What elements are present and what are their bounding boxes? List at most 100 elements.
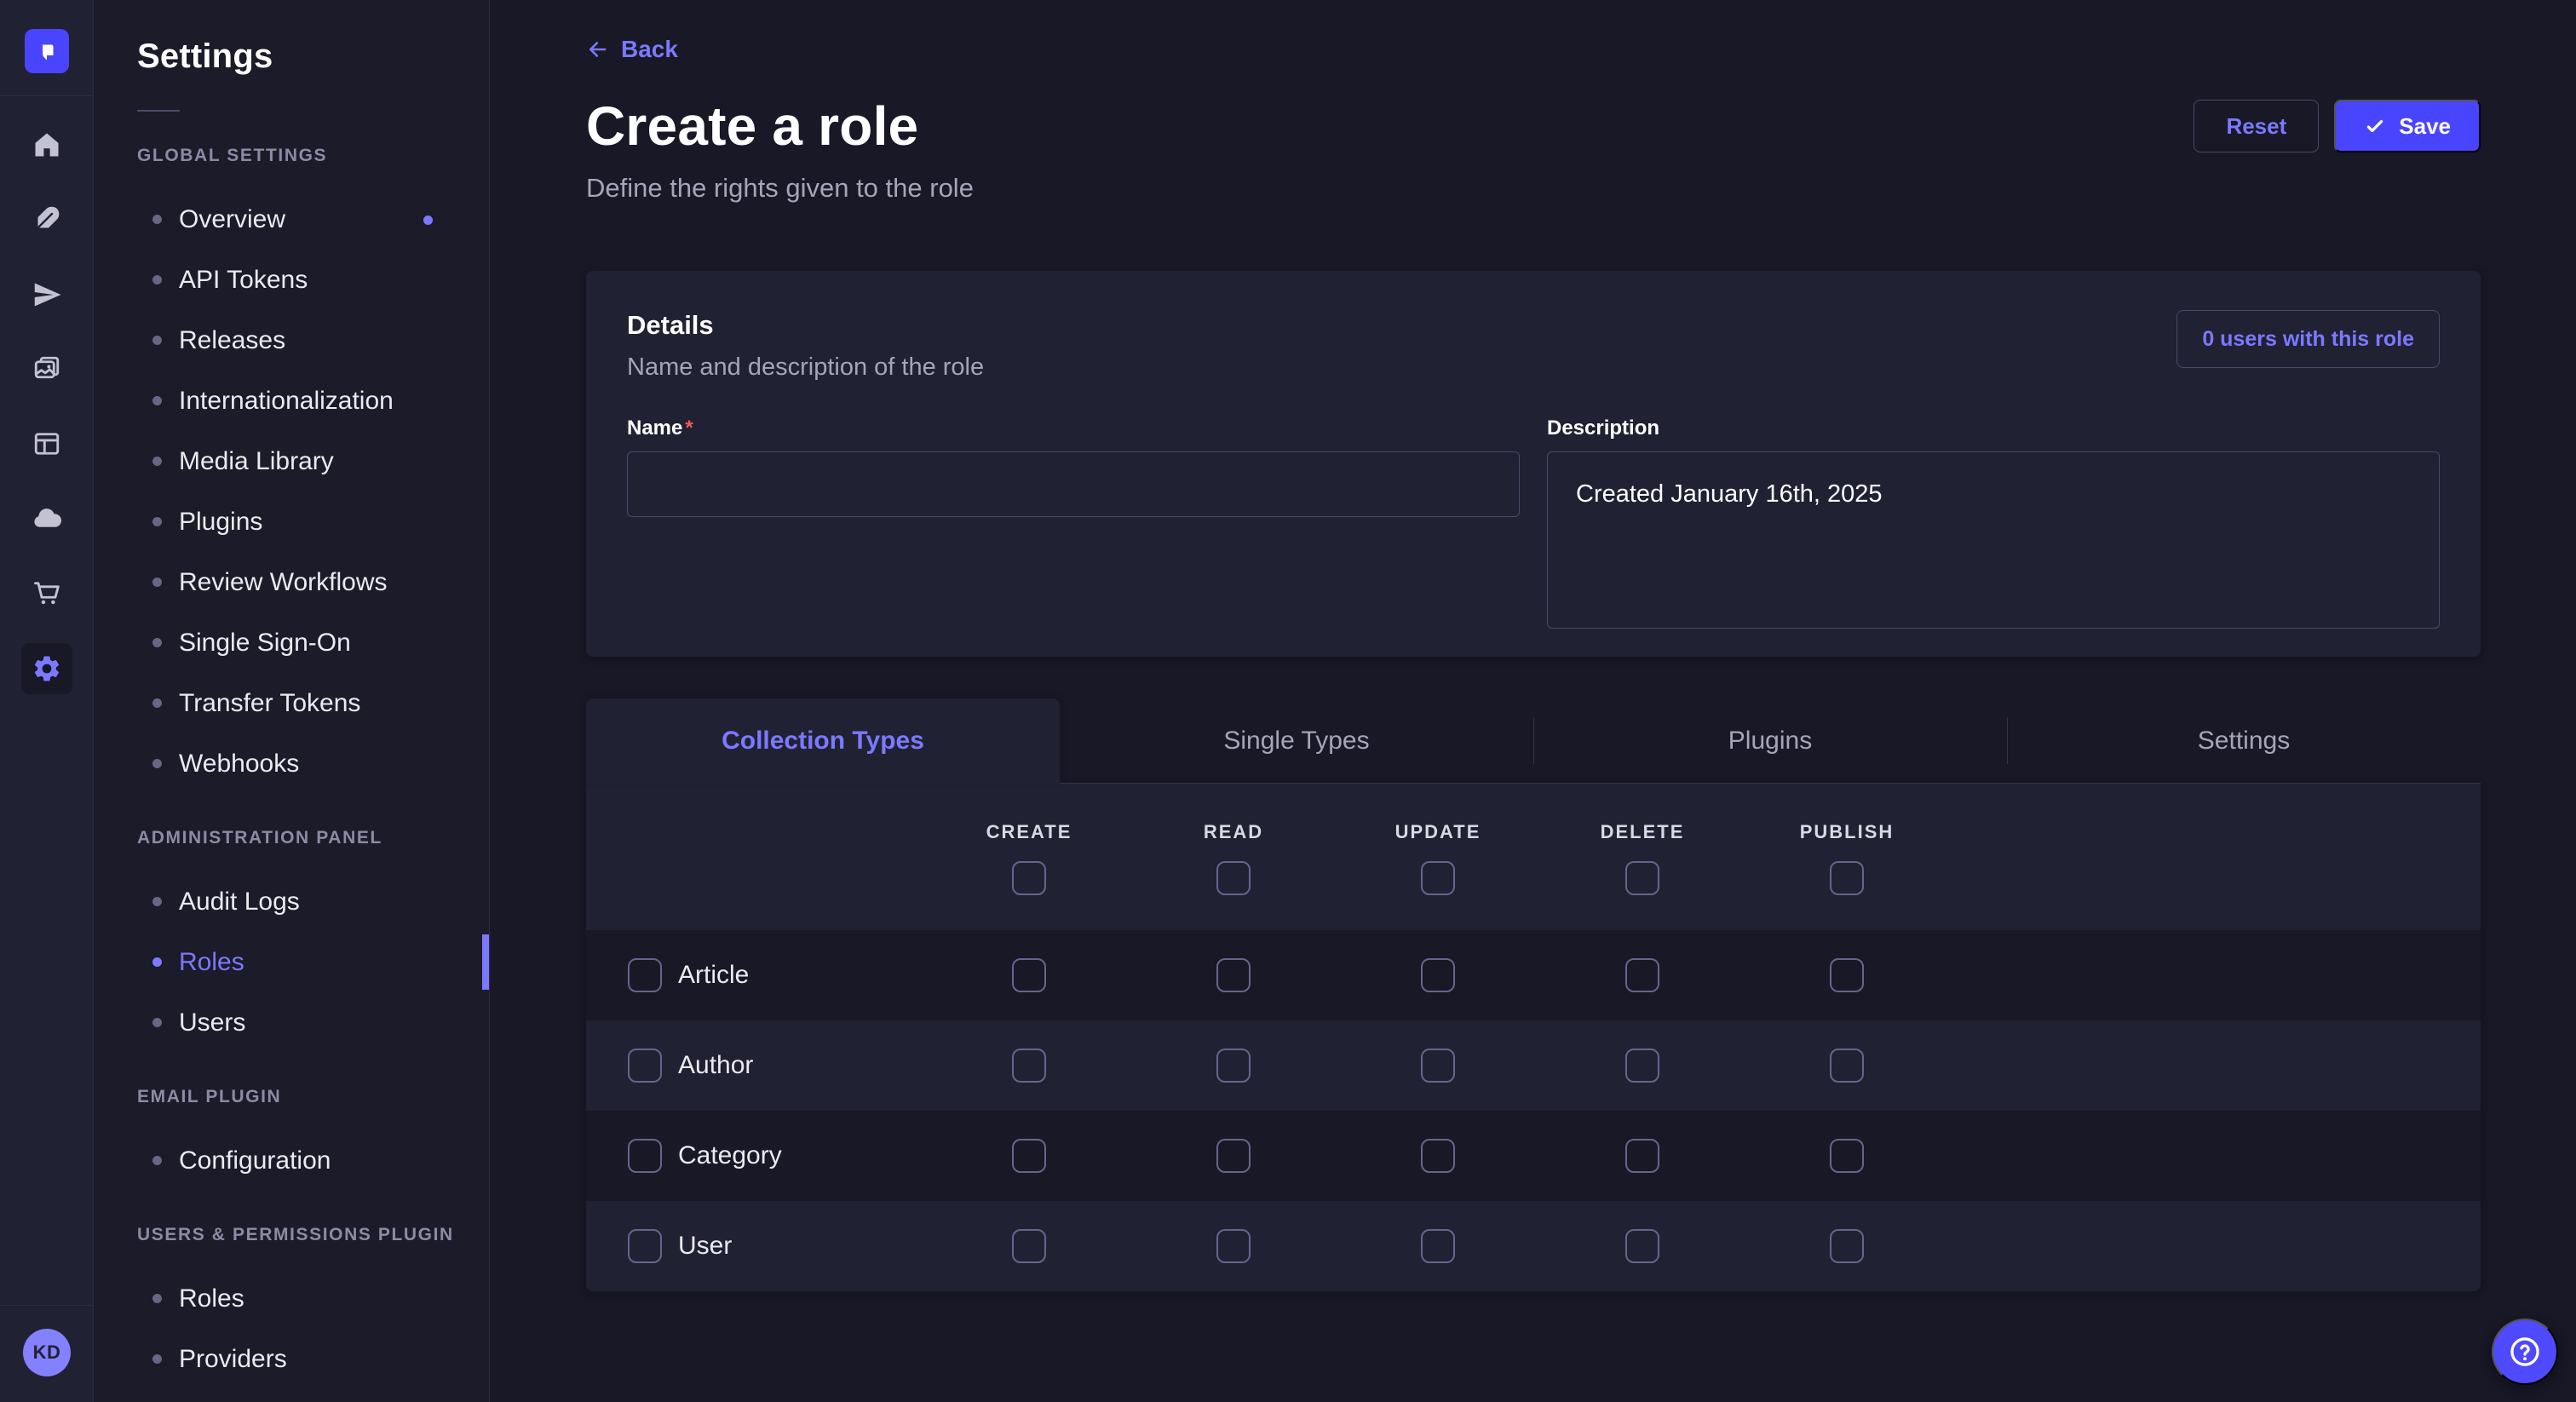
checkbox-user-publish[interactable] (1830, 1229, 1864, 1263)
tab-single-types[interactable]: Single Types (1060, 698, 1533, 784)
permission-row-category: Category (586, 1111, 2481, 1201)
description-label: Description (1547, 417, 1659, 440)
select-row-article-checkbox[interactable] (628, 958, 662, 992)
checkbox-category-publish[interactable] (1830, 1139, 1864, 1173)
cloud-nav-button[interactable] (21, 493, 72, 544)
row-label: Author (678, 1051, 753, 1080)
subnav-item-configuration[interactable]: Configuration (137, 1130, 465, 1191)
tab-settings[interactable]: Settings (2007, 698, 2481, 784)
description-field-group: Description Created January 16th, 2025 (1547, 417, 2440, 633)
bullet-icon (152, 215, 162, 224)
help-button[interactable] (2492, 1319, 2558, 1385)
row-label: User (678, 1232, 732, 1261)
paper-plane-nav-button[interactable] (21, 269, 72, 320)
checkbox-author-read[interactable] (1216, 1049, 1251, 1083)
bullet-icon (152, 698, 162, 708)
subnav-item-transfer-tokens[interactable]: Transfer Tokens (137, 673, 465, 733)
select-all-delete-checkbox[interactable] (1625, 861, 1659, 895)
subnav-item-label: Internationalization (179, 387, 394, 416)
checkbox-article-delete[interactable] (1625, 958, 1659, 992)
select-row-user-checkbox[interactable] (628, 1229, 662, 1263)
checkbox-article-create[interactable] (1012, 958, 1046, 992)
header-actions: Reset Save (2194, 100, 2481, 152)
subnav-title: Settings (137, 37, 465, 76)
layout-nav-button[interactable] (21, 418, 72, 469)
checkbox-user-delete[interactable] (1625, 1229, 1659, 1263)
images-nav-button[interactable] (21, 343, 72, 394)
checkbox-user-create[interactable] (1012, 1229, 1046, 1263)
row-label: Article (678, 961, 749, 990)
images-icon (32, 353, 62, 384)
subnav-item-media-library[interactable]: Media Library (137, 431, 465, 491)
feather-icon (32, 204, 62, 234)
subnav-item-review-workflows[interactable]: Review Workflows (137, 552, 465, 612)
subnav-item-api-tokens[interactable]: API Tokens (137, 250, 465, 310)
select-all-update-checkbox[interactable] (1421, 861, 1455, 895)
subnav-item-label: Audit Logs (179, 888, 300, 916)
checkbox-category-delete[interactable] (1625, 1139, 1659, 1173)
subnav-item-providers[interactable]: Providers (137, 1329, 465, 1389)
checkbox-author-create[interactable] (1012, 1049, 1046, 1083)
select-all-create-checkbox[interactable] (1012, 861, 1046, 895)
name-label-text: Name (627, 417, 682, 440)
subnav-item-roles[interactable]: Roles (137, 1268, 465, 1329)
tab-plugins[interactable]: Plugins (1533, 698, 2007, 784)
avatar[interactable]: KD (23, 1329, 71, 1376)
home-nav-button[interactable] (21, 119, 72, 170)
feather-nav-button[interactable] (21, 193, 72, 244)
checkbox-article-read[interactable] (1216, 958, 1251, 992)
checkbox-article-update[interactable] (1421, 958, 1455, 992)
strapi-logo[interactable] (25, 29, 69, 73)
back-link[interactable]: Back (586, 36, 678, 63)
gear-nav-button[interactable] (21, 643, 72, 694)
subnav-item-label: Users (179, 1008, 245, 1037)
checkbox-article-publish[interactable] (1830, 958, 1864, 992)
checkbox-author-delete[interactable] (1625, 1049, 1659, 1083)
nav-list: OverviewAPI TokensReleases Internationali… (137, 189, 465, 794)
save-button[interactable]: Save (2334, 100, 2481, 152)
subnav-item-users[interactable]: Users (137, 992, 465, 1053)
subnav-item-releases[interactable]: Releases (137, 310, 465, 371)
subnav-item-overview[interactable]: Overview (137, 189, 465, 250)
permissions-header-row: CREATEREADUPDATEDELETEPUBLISH (586, 784, 2481, 930)
subnav-item-label: Plugins (179, 508, 262, 537)
bullet-icon (152, 1294, 162, 1303)
subnav-item-audit-logs[interactable]: Audit Logs (137, 871, 465, 932)
rail-divider (0, 95, 93, 96)
subnav-item-internationalization[interactable]: Internationalization (137, 371, 465, 431)
nav-list: Configuration (137, 1130, 465, 1191)
checkbox-category-update[interactable] (1421, 1139, 1455, 1173)
bullet-icon (152, 336, 162, 345)
subnav-item-webhooks[interactable]: Webhooks (137, 733, 465, 794)
checkbox-user-update[interactable] (1421, 1229, 1455, 1263)
subnav-item-label: Webhooks (179, 750, 299, 779)
select-row-author-checkbox[interactable] (628, 1049, 662, 1083)
checkbox-user-read[interactable] (1216, 1229, 1251, 1263)
column-header: UPDATE (1395, 821, 1481, 843)
cart-icon (32, 577, 62, 608)
select-all-read-checkbox[interactable] (1216, 861, 1251, 895)
checkbox-category-create[interactable] (1012, 1139, 1046, 1173)
home-icon (32, 129, 62, 160)
required-mark: * (685, 417, 693, 440)
tab-collection-types[interactable]: Collection Types (586, 698, 1060, 784)
page-subtitle: Define the rights given to the role (586, 173, 2481, 204)
notification-dot (423, 215, 433, 225)
checkbox-author-update[interactable] (1421, 1049, 1455, 1083)
subnav-item-roles[interactable]: Roles (137, 932, 465, 992)
checkbox-author-publish[interactable] (1830, 1049, 1864, 1083)
subnav-item-plugins[interactable]: Plugins (137, 491, 465, 552)
checkbox-category-read[interactable] (1216, 1139, 1251, 1173)
bullet-icon (152, 517, 162, 526)
select-all-publish-checkbox[interactable] (1830, 861, 1864, 895)
bullet-icon (152, 1156, 162, 1165)
subnav-item-single-sign-on[interactable]: Single Sign-On (137, 612, 465, 673)
save-label: Save (2399, 113, 2451, 140)
description-textarea[interactable]: Created January 16th, 2025 (1547, 451, 2440, 629)
reset-button[interactable]: Reset (2194, 100, 2319, 152)
subnav-item-label: Configuration (179, 1146, 331, 1175)
cart-nav-button[interactable] (21, 567, 72, 618)
select-row-category-checkbox[interactable] (628, 1139, 662, 1173)
name-input[interactable] (627, 451, 1520, 517)
users-with-role-button[interactable]: 0 users with this role (2176, 310, 2440, 368)
